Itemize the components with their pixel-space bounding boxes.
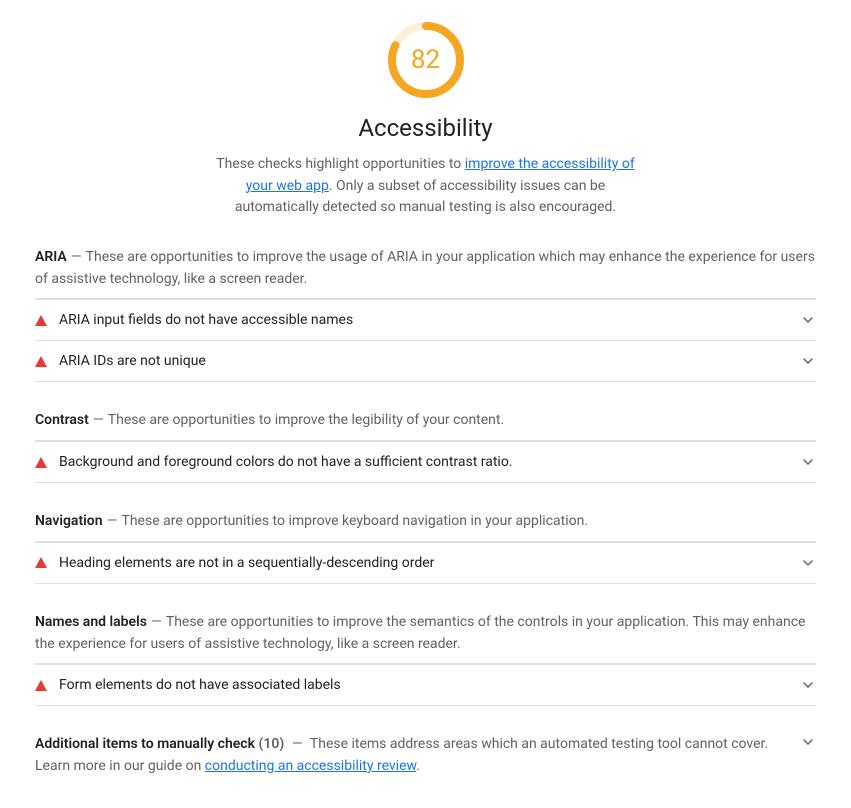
- fail-triangle-icon: [35, 557, 47, 568]
- chevron-down-icon: [800, 454, 816, 470]
- audit-title: Background and foreground colors do not …: [59, 454, 788, 470]
- audit-row[interactable]: Form elements do not have associated lab…: [35, 664, 816, 706]
- audit-row[interactable]: Background and foreground colors do not …: [35, 441, 816, 483]
- group-header: Navigation—These are opportunities to im…: [35, 511, 816, 533]
- group-desc: These are opportunities to improve keybo…: [121, 513, 588, 529]
- group-label: Navigation: [35, 513, 103, 529]
- audit-title: ARIA input fields do not have accessible…: [59, 312, 788, 328]
- manual-check-group[interactable]: Additional items to manually check (10) …: [35, 734, 790, 777]
- manual-check-label: Additional items to manually check: [35, 736, 255, 752]
- chevron-down-icon: [800, 312, 816, 328]
- chevron-down-icon: [800, 677, 816, 693]
- fail-triangle-icon: [35, 356, 47, 367]
- chevron-down-icon: [800, 353, 816, 369]
- group-desc: These are opportunities to improve the l…: [108, 412, 504, 428]
- group-header: ARIA—These are opportunities to improve …: [35, 247, 816, 290]
- manual-check-count: (10): [258, 736, 284, 752]
- group-header: Names and labels—These are opportunities…: [35, 612, 816, 655]
- fail-triangle-icon: [35, 457, 47, 468]
- score-gauge: 82: [386, 20, 466, 100]
- group-header: Contrast—These are opportunities to impr…: [35, 410, 816, 432]
- intro-text: These checks highlight opportunities to …: [211, 154, 641, 219]
- audit-row[interactable]: ARIA input fields do not have accessible…: [35, 299, 816, 340]
- group-desc: These are opportunities to improve the u…: [35, 249, 815, 287]
- fail-triangle-icon: [35, 680, 47, 691]
- accessibility-review-link[interactable]: conducting an accessibility review: [205, 758, 416, 774]
- audit-row[interactable]: ARIA IDs are not unique: [35, 340, 816, 382]
- audit-row[interactable]: Heading elements are not in a sequential…: [35, 542, 816, 584]
- chevron-down-icon: [800, 555, 816, 571]
- audit-title: Form elements do not have associated lab…: [59, 677, 788, 693]
- audit-title: Heading elements are not in a sequential…: [59, 555, 788, 571]
- audit-title: ARIA IDs are not unique: [59, 353, 788, 369]
- page-title: Accessibility: [358, 114, 492, 142]
- chevron-down-icon: [800, 734, 816, 750]
- score-value: 82: [386, 20, 466, 100]
- group-label: ARIA: [35, 249, 67, 265]
- fail-triangle-icon: [35, 315, 47, 326]
- group-label: Names and labels: [35, 614, 147, 630]
- group-label: Contrast: [35, 412, 89, 428]
